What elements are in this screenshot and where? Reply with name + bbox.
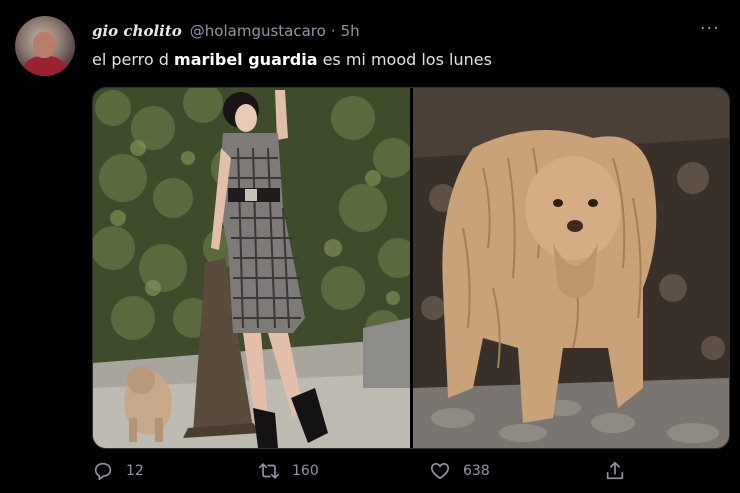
like-count: 638 <box>463 463 490 479</box>
tweet-header: gio cholito @holamgustacaro · 5h ··· <box>92 18 720 44</box>
reply-icon <box>94 462 112 481</box>
retweet-count: 160 <box>292 463 319 479</box>
reply-button[interactable]: 12 <box>92 460 144 482</box>
reply-count: 12 <box>126 463 144 479</box>
photo-dog-closeup[interactable] <box>413 88 729 448</box>
like-icon <box>430 463 450 480</box>
timestamp[interactable]: 5h <box>341 22 360 40</box>
retweet-button[interactable]: 160 <box>258 460 319 482</box>
share-button[interactable] <box>604 460 638 482</box>
tweet-text-bold: maribel guardia <box>174 50 318 69</box>
share-icon <box>606 461 624 480</box>
tweet-media[interactable] <box>92 87 730 449</box>
avatar[interactable] <box>15 16 75 76</box>
photo-woman-with-dog[interactable] <box>93 88 410 448</box>
retweet-icon <box>259 463 279 479</box>
tweet-text-end: es mi mood los lunes <box>317 50 492 69</box>
like-button[interactable]: 638 <box>429 460 490 482</box>
tweet-text-start: el perro d <box>92 50 175 69</box>
more-icon[interactable]: ··· <box>700 18 720 39</box>
tweet-actions: 12 160 638 <box>92 460 720 486</box>
user-handle[interactable]: @holamgustacaro <box>190 22 326 40</box>
display-name[interactable]: gio cholito <box>92 22 182 40</box>
tweet-text: el perro d maribel guardia es mi mood lo… <box>92 50 492 69</box>
avatar-face <box>33 32 55 58</box>
avatar-shirt <box>23 56 67 76</box>
separator-dot: · <box>330 22 336 40</box>
